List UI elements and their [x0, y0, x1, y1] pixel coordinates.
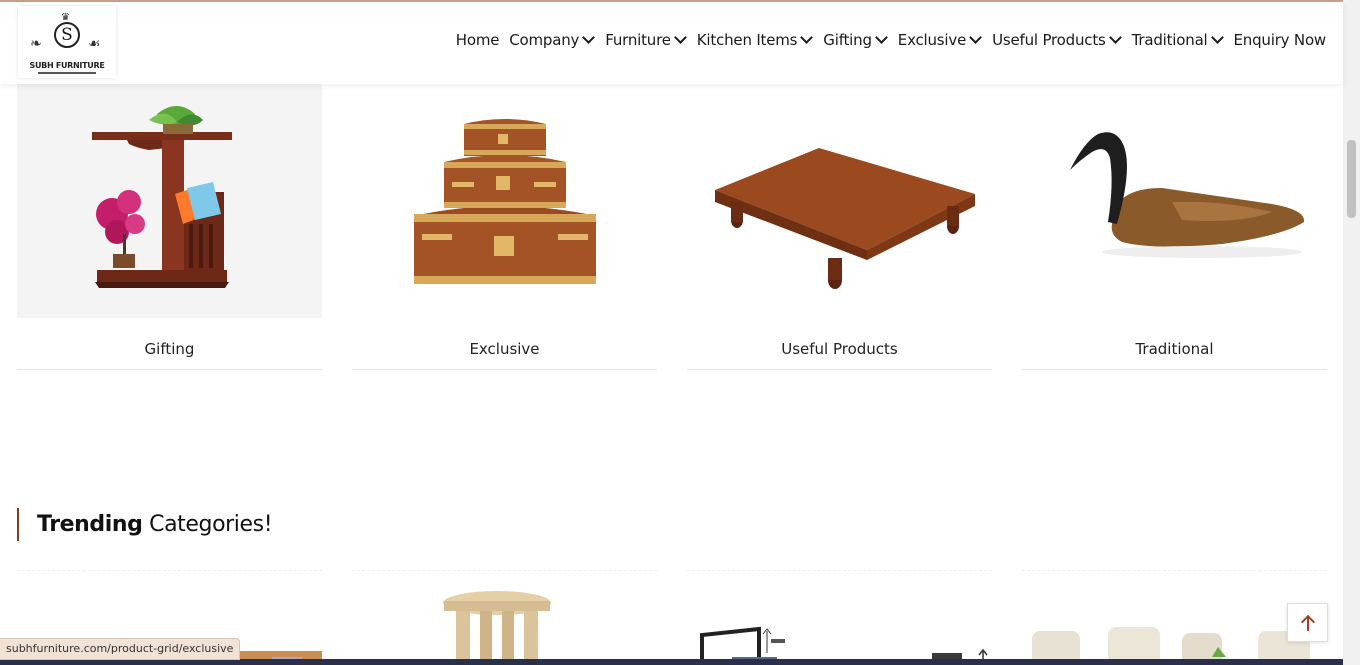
- logo-initial: S: [54, 22, 80, 48]
- nav-label: Exclusive: [897, 31, 967, 49]
- nav-label: Useful Products: [992, 31, 1106, 49]
- site-header: ♛ ❧ S ☙ SUBH FURNITURE Home Company Furn…: [0, 2, 1343, 84]
- nav-useful-products[interactable]: Useful Products: [992, 31, 1122, 49]
- section-title-trending: Trending Categories!: [17, 508, 273, 541]
- arrow-up-stem: [1307, 617, 1309, 631]
- chevron-down-icon: [582, 31, 596, 44]
- divider: [1022, 369, 1327, 370]
- chevron-down-icon: [969, 31, 982, 44]
- page-scrollbar[interactable]: [1343, 0, 1360, 665]
- status-bar-url: subhfurniture.com/product-grid/exclusive: [0, 638, 241, 660]
- category-cards: Gifting Exclusive Useful Products Tradit…: [17, 84, 1327, 374]
- nav-home[interactable]: Home: [456, 31, 500, 49]
- logo-underline: [38, 72, 96, 74]
- nav-traditional[interactable]: Traditional: [1132, 31, 1224, 49]
- trending-card[interactable]: [352, 570, 657, 665]
- chevron-down-icon: [673, 31, 687, 44]
- nav-label: Gifting: [823, 31, 872, 49]
- category-label[interactable]: Useful Products: [687, 340, 992, 358]
- title-rest: Categories!: [142, 512, 273, 537]
- swirl-left-icon: ❧: [30, 36, 42, 52]
- nav-company[interactable]: Company: [509, 31, 596, 49]
- nav-label: Company: [509, 31, 580, 49]
- chevron-down-icon: [1108, 31, 1122, 44]
- category-card-gifting[interactable]: Gifting: [17, 84, 322, 370]
- title-bold: Trending: [37, 512, 143, 537]
- nav-label: Traditional: [1131, 31, 1208, 49]
- nav-label: Kitchen Items: [696, 31, 798, 49]
- category-label[interactable]: Exclusive: [352, 340, 657, 358]
- divider: [17, 369, 322, 370]
- chevron-down-icon: [874, 31, 888, 44]
- main-nav: Home Company Furniture Kitchen Items Gif…: [446, 31, 1326, 49]
- page: ♛ ❧ S ☙ SUBH FURNITURE Home Company Furn…: [0, 0, 1360, 665]
- nav-label: Furniture: [605, 31, 671, 49]
- divider: [352, 369, 657, 370]
- nav-label: Home: [455, 31, 500, 49]
- category-image[interactable]: [352, 84, 657, 318]
- category-label[interactable]: Traditional: [1022, 340, 1327, 358]
- nav-enquiry-now[interactable]: Enquiry Now: [1233, 31, 1327, 49]
- swirl-right-icon: ☙: [88, 36, 101, 52]
- nav-gifting[interactable]: Gifting: [823, 31, 888, 49]
- brand-logo[interactable]: ♛ ❧ S ☙ SUBH FURNITURE: [18, 6, 116, 78]
- category-label[interactable]: Gifting: [17, 340, 322, 358]
- category-card-traditional[interactable]: Traditional: [1022, 84, 1327, 370]
- chevron-down-icon: [800, 31, 814, 44]
- nav-furniture[interactable]: Furniture: [605, 31, 687, 49]
- category-image[interactable]: [1022, 84, 1327, 318]
- trending-card[interactable]: [1022, 570, 1327, 665]
- category-image[interactable]: [17, 84, 322, 318]
- nav-label: Enquiry Now: [1233, 31, 1327, 49]
- category-card-useful-products[interactable]: Useful Products: [687, 84, 992, 370]
- nav-exclusive[interactable]: Exclusive: [898, 31, 982, 49]
- scroll-to-top-button[interactable]: [1287, 603, 1328, 642]
- category-image[interactable]: [687, 84, 992, 318]
- divider: [687, 369, 992, 370]
- logo-text: SUBH FURNITURE: [29, 61, 105, 70]
- chevron-down-icon: [1210, 31, 1224, 44]
- scrollbar-thumb[interactable]: [1347, 140, 1356, 218]
- nav-kitchen-items[interactable]: Kitchen Items: [697, 31, 814, 49]
- category-card-exclusive[interactable]: Exclusive: [352, 84, 657, 370]
- trending-card[interactable]: [687, 570, 992, 665]
